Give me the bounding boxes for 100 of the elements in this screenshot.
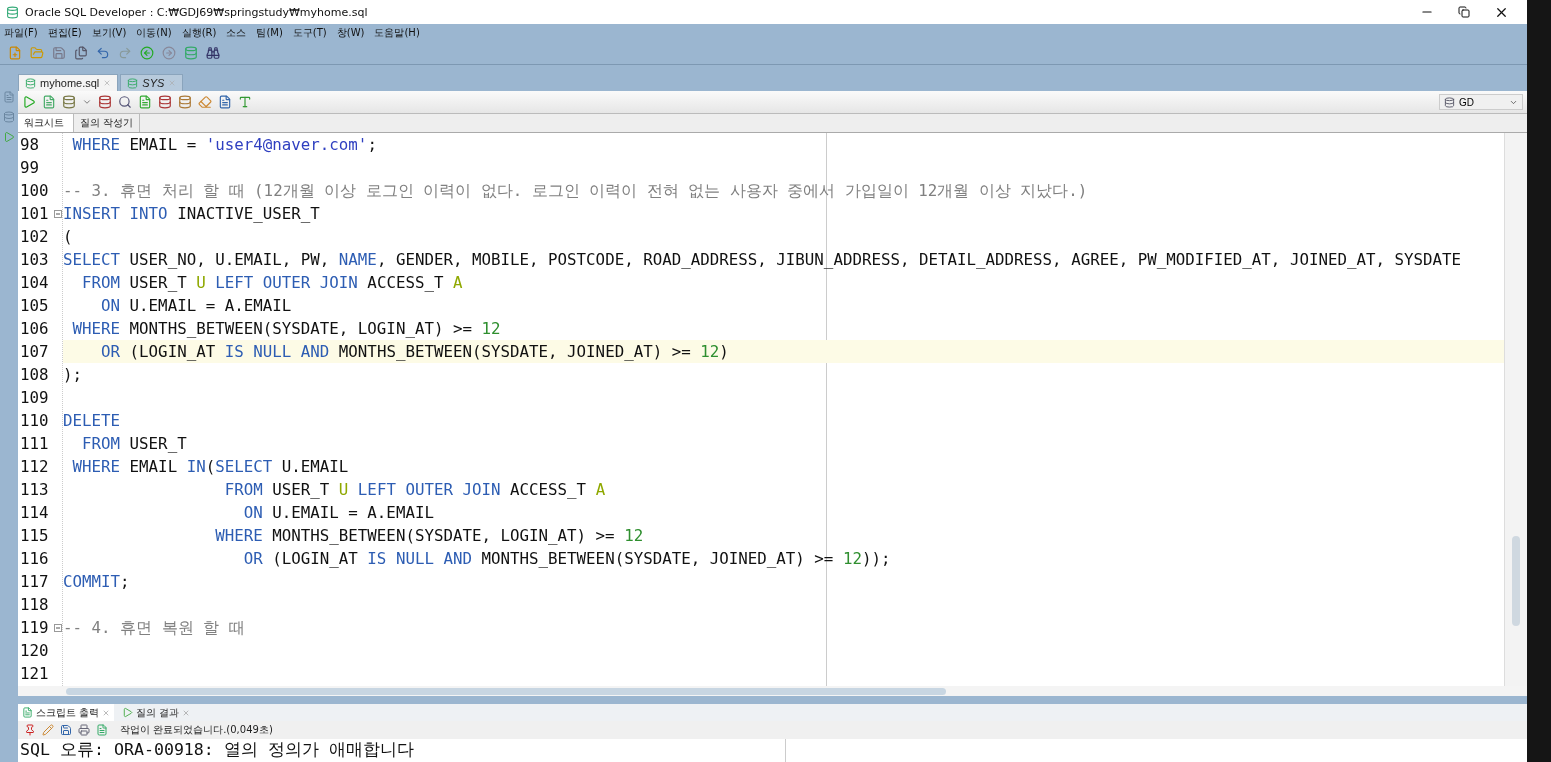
eraser-icon[interactable] [198, 95, 212, 109]
pencil-icon[interactable] [42, 724, 54, 736]
line-number: 113 [20, 480, 49, 499]
database-icon[interactable] [98, 95, 112, 109]
line-number: 103 [20, 250, 49, 269]
output-text: SQL 오류: ORA-00918: 열의 정의가 애매합니다 [18, 739, 786, 762]
close-icon[interactable] [103, 79, 112, 87]
document-icon[interactable] [138, 95, 152, 109]
line-number: 108 [20, 365, 49, 384]
menu-item[interactable]: 도구(T) [292, 26, 327, 40]
horizontal-scrollbar[interactable] [18, 686, 1527, 696]
editor-tab[interactable]: myhome.sql [18, 74, 119, 91]
menu-item[interactable]: 소스 [226, 26, 247, 40]
code-line: INSERT INTO INACTIVE_USER_T [63, 203, 321, 225]
code-line: DELETE [63, 410, 122, 432]
code-line: WHERE MONTHS_BETWEEN(SYSDATE, LOGIN_AT) >= 12 [71, 318, 502, 340]
document-icon[interactable] [96, 724, 108, 736]
line-number: 119 [20, 618, 49, 637]
text-case-icon[interactable] [238, 95, 252, 109]
line-number: 109 [20, 388, 49, 407]
save-icon[interactable] [52, 46, 66, 60]
menu-item[interactable]: 이동(N) [136, 26, 172, 40]
code-line: -- 3. 휴면 처리 할 때 (12개월 이상 로그인 이력이 없다. 로그인 이력이 전혀 없는 사용자 중에서 가입일이 12개월 이상 지났다.) [63, 180, 1089, 202]
menu-item[interactable]: 실행(R) [181, 26, 217, 40]
line-number: 116 [20, 549, 49, 568]
redo-icon[interactable] [118, 46, 132, 60]
menu-item[interactable]: 파일(F) [4, 26, 38, 40]
print-icon[interactable] [78, 724, 90, 736]
line-number: 115 [20, 526, 49, 545]
close-icon[interactable] [101, 708, 110, 717]
menu-item[interactable]: 편집(E) [47, 26, 82, 40]
code-line: ( [63, 226, 74, 248]
line-number: 102 [20, 227, 49, 246]
app-icon [6, 5, 19, 19]
output-tab[interactable]: 스크립트 출력 [18, 704, 114, 721]
menu-item[interactable]: 보기(V) [91, 26, 127, 40]
play-icon [121, 707, 133, 718]
code-line: OR (LOGIN_AT IS NULL AND MONTHS_BETWEEN(SYSDATE, JOINED_AT) >= 12)); [242, 548, 892, 570]
line-number: 99 [20, 158, 40, 177]
line-number: 105 [20, 296, 49, 315]
database-icon [127, 77, 139, 89]
restore-button[interactable] [1458, 6, 1470, 18]
connection-select[interactable]: GD [1439, 94, 1523, 110]
vertical-scrollbar[interactable] [1504, 133, 1527, 686]
binoculars-icon[interactable] [206, 46, 220, 60]
database-icon [25, 77, 36, 89]
fold-icon[interactable] [54, 209, 62, 218]
run-script-icon[interactable] [42, 95, 56, 109]
database-icon [1444, 96, 1455, 108]
pin-icon[interactable] [24, 724, 36, 736]
code-line: FROM USER_T U LEFT OUTER JOIN ACCESS_T A [223, 479, 607, 501]
document-icon[interactable] [218, 95, 232, 109]
status-message: 작업이 완료되었습니다.(0,049초) [120, 723, 273, 737]
code-line: COMMIT; [63, 571, 131, 593]
line-number: 101 [20, 204, 49, 223]
fold-icon[interactable] [54, 623, 62, 632]
code-line: ON U.EMAIL = A.EMAIL [242, 502, 435, 524]
database-icon[interactable] [178, 95, 192, 109]
output-tab[interactable]: 질의 결과 [117, 704, 194, 721]
code-line: -- 4. 휴면 복원 할 때 [63, 617, 246, 639]
line-number: 98 [20, 135, 40, 154]
play-icon[interactable] [3, 131, 15, 143]
code-line: WHERE EMAIL IN(SELECT U.EMAIL [71, 456, 350, 478]
line-number: 121 [20, 664, 49, 683]
line-number: 106 [20, 319, 49, 338]
line-number: 112 [20, 457, 49, 476]
forward-icon[interactable] [162, 46, 176, 60]
menu-item[interactable]: 창(W) [336, 26, 365, 40]
line-number: 104 [20, 273, 49, 292]
line-number: 100 [20, 181, 49, 200]
line-number: 111 [20, 434, 49, 453]
line-number: 107 [20, 342, 49, 361]
code-line: FROM USER_T [81, 433, 188, 455]
panel-icon[interactable] [3, 91, 15, 103]
line-number: 118 [20, 595, 49, 614]
database-icon[interactable] [62, 95, 76, 109]
code-line: ); [63, 364, 84, 386]
worksheet-tab[interactable]: 워크시트 [18, 114, 74, 132]
undo-icon[interactable] [96, 46, 110, 60]
menu-item[interactable]: 도움말(H) [374, 26, 420, 40]
save-icon[interactable] [60, 724, 72, 736]
code-line: WHERE MONTHS_BETWEEN(SYSDATE, LOGIN_AT) >= 12 [214, 525, 645, 547]
caret-icon[interactable] [82, 97, 92, 107]
run-icon[interactable] [22, 95, 36, 109]
database-icon[interactable] [158, 95, 172, 109]
save-all-icon[interactable] [74, 46, 88, 60]
code-line: SELECT USER_NO, U.EMAIL, PW, NAME, GENDER, MOBILE, POSTCODE, ROAD_ADDRESS, JIBUN_ADDRESS, DETAIL_ADDRESS, AGREE, PW_MODIFIED_AT, JOINED_AT, SYSDATE [63, 249, 1463, 271]
line-number: 117 [20, 572, 49, 591]
line-number: 120 [20, 641, 49, 660]
editor-tab[interactable]: SYS [120, 74, 184, 91]
code-line: ON U.EMAIL = A.EMAIL [100, 295, 293, 317]
search-icon[interactable] [118, 95, 132, 109]
new-file-icon[interactable] [8, 46, 22, 60]
code-line: WHERE EMAIL = 'user4@naver.com'; [71, 134, 378, 156]
back-icon[interactable] [140, 46, 154, 60]
document-icon [22, 707, 33, 718]
code-line: FROM USER_T U LEFT OUTER JOIN ACCESS_T A [81, 272, 464, 294]
menu-item[interactable]: 팀(M) [256, 26, 283, 40]
close-icon[interactable] [181, 708, 190, 717]
line-number: 110 [20, 411, 49, 430]
